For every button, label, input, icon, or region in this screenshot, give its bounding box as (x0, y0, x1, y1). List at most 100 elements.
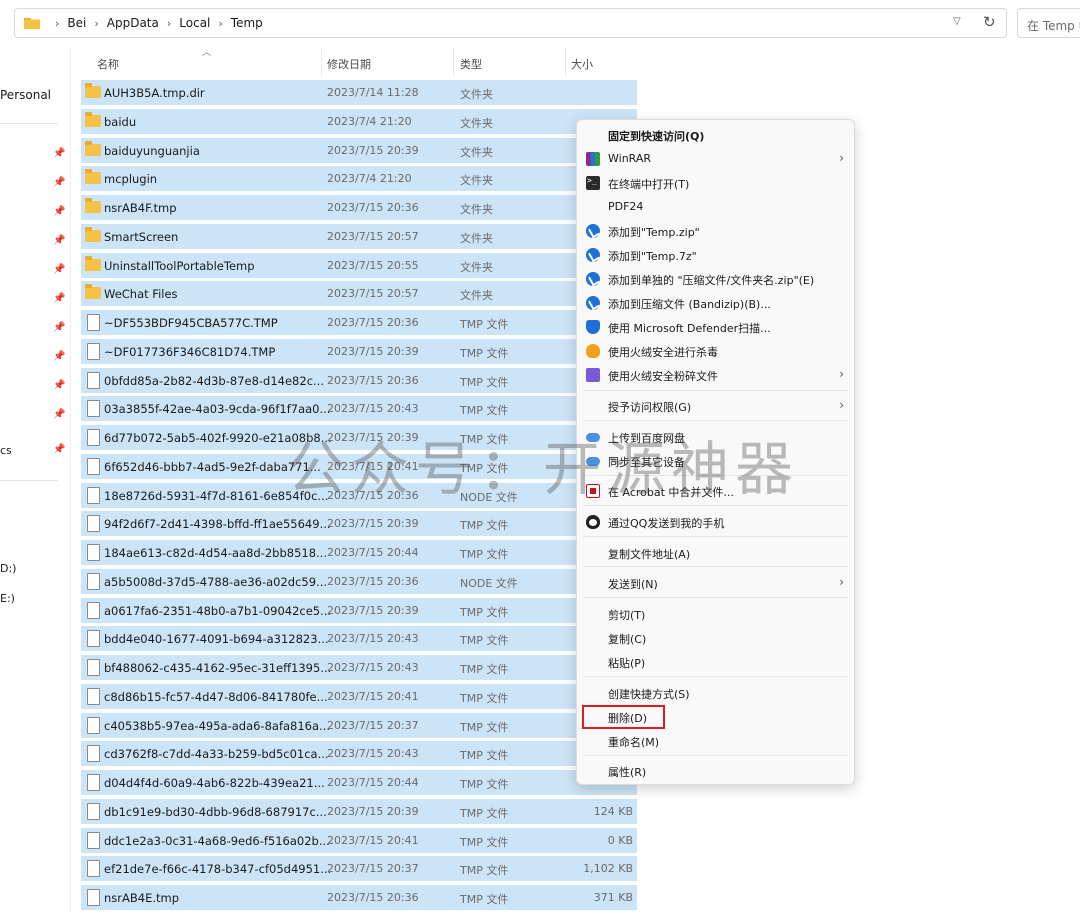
file-icon (85, 342, 100, 360)
menu-item-pin-quick-access[interactable]: 固定到快速访问(Q) (577, 124, 854, 146)
file-icon (85, 745, 100, 763)
refresh-icon[interactable]: ↻ (983, 13, 996, 31)
file-type: 文件夹 (460, 116, 493, 130)
file-row[interactable]: d04d4f4d-60a9-4ab6-822b-439ea21... 2023/7… (81, 770, 637, 795)
pin-icon: 📌 (53, 293, 66, 304)
file-row[interactable]: baidu 2023/7/4 21:20 文件夹 (81, 108, 637, 134)
menu-item-huorong-scan[interactable]: 使用火绒安全进行杀毒 (577, 340, 854, 362)
file-row[interactable]: ddc1e2a3-0c31-4a68-9ed6-f516a02b... 2023/… (81, 827, 637, 853)
column-divider[interactable] (565, 48, 566, 76)
file-row[interactable]: 94f2d6f7-2d41-4398-bffd-ff1ae55649... 202… (81, 511, 637, 537)
column-name[interactable]: 名称 (97, 56, 119, 72)
menu-item-label: 剪切(T) (608, 609, 646, 622)
menu-item-rename[interactable]: 重命名(M) (577, 730, 854, 752)
file-row[interactable]: UninstallToolPortableTemp 2023/7/15 20:55… (81, 252, 637, 278)
menu-item-open-terminal[interactable]: 在终端中打开(T) (577, 172, 854, 194)
file-icon (85, 429, 100, 446)
file-size: 124 KB (593, 804, 633, 818)
file-type: 文件夹 (460, 289, 493, 303)
file-row[interactable]: nsrAB4E.tmp 2023/7/15 20:36 TMP 文件 371 KB (81, 885, 637, 910)
file-row[interactable]: mcplugin 2023/7/4 21:20 文件夹 (81, 166, 637, 192)
file-row[interactable]: a5b5008d-37d5-4788-ae36-a02dc59... 2023/7… (81, 568, 637, 594)
chevron-down-icon[interactable]: ▽ (953, 16, 961, 27)
menu-item-paste[interactable]: 粘贴(P) (577, 651, 854, 673)
menu-item-copy-path[interactable]: 复制文件地址(A) (577, 542, 854, 564)
search-input[interactable]: 在 Temp 中 (1017, 8, 1080, 38)
menu-item-acrobat-merge[interactable]: 在 Acrobat 中合并文件... (577, 480, 854, 502)
folder-icon (24, 16, 40, 33)
file-row[interactable]: cd3762f8-c7dd-4a33-b259-bd5c01ca... 2023/… (81, 741, 637, 767)
file-type: TMP 文件 (460, 806, 509, 820)
file-row[interactable]: a0617fa6-2351-48b0-a7b1-09042ce5... 2023/… (81, 597, 637, 623)
file-row[interactable]: c8d86b15-fc57-4d47-8d06-841780fe... 2023/… (81, 683, 637, 709)
column-divider[interactable] (453, 48, 454, 76)
menu-item-label: 属性(R) (608, 766, 647, 779)
file-row[interactable]: c40538b5-97ea-495a-ada6-8afa816a... 2023/… (81, 712, 637, 738)
file-row[interactable]: 184ae613-c82d-4d54-aa8d-2bb8518... 2023/7… (81, 540, 637, 565)
nav-item-partial[interactable]: cs (0, 444, 12, 457)
menu-item-sync-device[interactable]: 同步至其它设备 (577, 450, 854, 472)
menu-item-upload-baidu[interactable]: 上传到百度网盘 (577, 426, 854, 448)
file-row[interactable]: baiduyunguanjia 2023/7/15 20:39 文件夹 (81, 137, 637, 163)
nav-item-personal[interactable]: Personal (0, 88, 51, 102)
file-row[interactable]: AUH3B5A.tmp.dir 2023/7/14 11:28 文件夹 (81, 80, 637, 105)
file-type: NODE 文件 (460, 490, 518, 504)
file-row[interactable]: ~DF553BDF945CBA577C.TMP 2023/7/15 20:36 TM… (81, 310, 637, 335)
menu-item-send-to[interactable]: 发送到(N) › (577, 572, 854, 594)
file-date-modified: 2023/7/15 20:41 (327, 833, 419, 847)
file-row[interactable]: bf488062-c435-4162-95ec-31eff1395... 2023… (81, 655, 637, 680)
file-row[interactable]: ~DF017736F346C81D74.TMP 2023/7/15 20:39 TM… (81, 338, 637, 364)
menu-item-copy[interactable]: 复制(C) (577, 627, 854, 649)
menu-item-add-temp-zip[interactable]: 添加到"Temp.zip" (577, 220, 854, 242)
file-type: TMP 文件 (460, 634, 509, 648)
file-name: baiduyunguanjia (104, 143, 200, 158)
column-divider[interactable] (321, 48, 322, 76)
file-date-modified: 2023/7/15 20:39 (327, 344, 419, 358)
file-row[interactable]: 6f652d46-bbb7-4ad5-9e2f-daba771... 2023/7… (81, 453, 637, 479)
menu-item-pdf24[interactable]: PDF24 (577, 196, 854, 218)
column-type[interactable]: 类型 (460, 56, 482, 72)
menu-item-huorong-shred[interactable]: 使用火绒安全粉碎文件 › (577, 364, 854, 386)
bandizip-icon (586, 296, 600, 310)
file-row[interactable]: 6d77b072-5ab5-402f-9920-e21a08b8... 2023/… (81, 425, 637, 450)
file-row[interactable]: db1c91e9-bd30-4dbb-96d8-687917c... 2023/7… (81, 798, 637, 824)
file-name: SmartScreen (104, 229, 179, 244)
shredder-icon (586, 368, 600, 382)
menu-item-properties[interactable]: 属性(R) (577, 760, 854, 782)
nav-drive-e[interactable]: E:) (0, 592, 15, 605)
file-type: TMP 文件 (460, 893, 509, 906)
file-icon (85, 457, 100, 475)
menu-item-label: 复制(C) (608, 633, 647, 646)
menu-item-grant-access[interactable]: 授予访问权限(G) › (577, 395, 854, 417)
menu-separator (583, 566, 848, 567)
file-name: UninstallToolPortableTemp (104, 258, 255, 273)
column-size[interactable]: 大小 (571, 56, 593, 72)
menu-item-add-temp-7z[interactable]: 添加到"Temp.7z" (577, 244, 854, 266)
menu-item-create-shortcut[interactable]: 创建快捷方式(S) (577, 682, 854, 704)
pin-icon: 📌 (53, 235, 66, 246)
breadcrumb-item-bei[interactable]: Bei (67, 16, 86, 30)
address-bar[interactable]: › Bei › AppData › Local › Temp ▽ ↻ (14, 8, 1007, 38)
file-type: TMP 文件 (460, 663, 509, 676)
file-row[interactable]: 0bfdd85a-2b82-4d3b-87e8-d14e82c... 2023/7… (81, 367, 637, 393)
file-type: TMP 文件 (460, 605, 509, 619)
menu-item-cut[interactable]: 剪切(T) (577, 603, 854, 625)
file-row[interactable]: 03a3855f-42ae-4a03-9cda-96f1f7aa0... 2023… (81, 396, 637, 422)
file-date-modified: 2023/7/14 11:28 (327, 86, 419, 99)
column-date[interactable]: 修改日期 (327, 56, 371, 72)
menu-item-winrar[interactable]: WinRAR › (577, 148, 854, 170)
nav-drive-d[interactable]: D:) (0, 562, 16, 575)
file-row[interactable]: ef21de7e-f66c-4178-b347-cf05d4951... 2023… (81, 856, 637, 882)
menu-item-add-bandizip[interactable]: 添加到压缩文件 (Bandizip)(B)... (577, 292, 854, 314)
breadcrumb-item-local[interactable]: Local (179, 16, 210, 30)
menu-item-qq-send[interactable]: 通过QQ发送到我的手机 (577, 511, 854, 533)
menu-item-defender-scan[interactable]: 使用 Microsoft Defender扫描... (577, 316, 854, 338)
file-row[interactable]: nsrAB4F.tmp 2023/7/15 20:36 文件夹 (81, 195, 637, 220)
menu-item-add-separate[interactable]: 添加到单独的 "压缩文件/文件夹名.zip"(E) (577, 268, 854, 290)
breadcrumb-item-temp[interactable]: Temp (231, 16, 263, 30)
file-row[interactable]: WeChat Files 2023/7/15 20:57 文件夹 (81, 281, 637, 307)
file-row[interactable]: bdd4e040-1677-4091-b694-a312823... 2023/7… (81, 626, 637, 652)
file-row[interactable]: SmartScreen 2023/7/15 20:57 文件夹 (81, 223, 637, 249)
breadcrumb-item-appdata[interactable]: AppData (107, 16, 159, 30)
file-row[interactable]: 18e8726d-5931-4f7d-8161-6e854f0c... 2023/… (81, 482, 637, 508)
